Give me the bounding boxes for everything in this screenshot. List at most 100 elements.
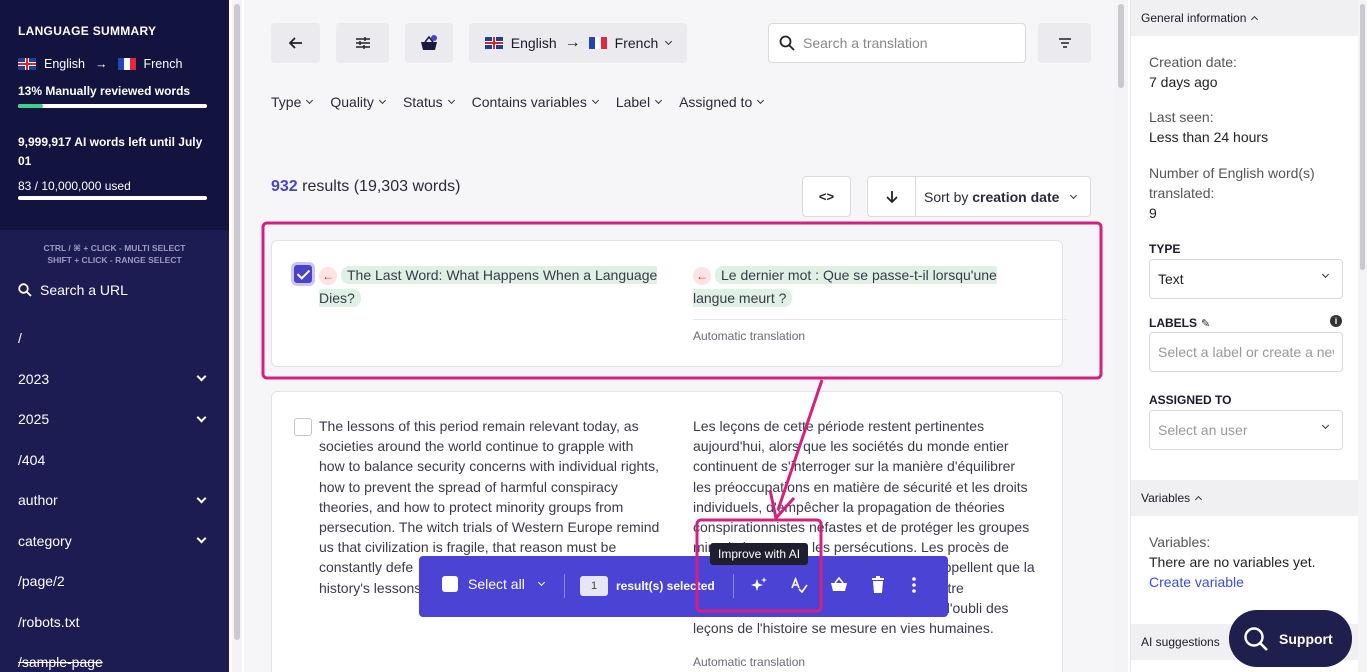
- text-line: how to prevent the spread of harmful con…: [319, 478, 618, 495]
- filter-0[interactable]: Type: [271, 94, 314, 110]
- sidebar-item-label: /404: [18, 451, 46, 468]
- text-line: us that civilization is fragile, that re…: [319, 539, 617, 556]
- summary-title: LANGUAGE SUMMARY: [18, 24, 157, 38]
- sidebar-item-0[interactable]: /: [0, 318, 229, 359]
- text-line: conspirationnistes néfastes et de protég…: [693, 519, 1030, 536]
- selected-count-badge: 1: [580, 576, 608, 596]
- panel-scrollbar[interactable]: [1358, 0, 1367, 672]
- row-checkbox[interactable]: [294, 265, 312, 283]
- more-options-button[interactable]: [911, 576, 917, 594]
- text-line: The lessons of this period remain releva…: [319, 418, 639, 434]
- type-select[interactable]: Text: [1149, 259, 1343, 299]
- results-words: results (19,303 words): [302, 178, 461, 195]
- sort-prefix: Sort by: [924, 188, 969, 205]
- chevron-down-icon: [591, 96, 599, 105]
- assignee-select[interactable]: Select an user: [1149, 410, 1343, 450]
- selected-label: result(s) selected: [616, 579, 715, 593]
- url-search[interactable]: Search a URL: [18, 282, 128, 298]
- sidebar-item-2[interactable]: 2025: [0, 399, 229, 440]
- sort-field: creation date: [972, 188, 1060, 205]
- hint-range-select: SHIFT + CLICK - RANGE SELECT: [47, 255, 182, 265]
- back-button[interactable]: [271, 23, 320, 63]
- main-scrollbar[interactable]: [1114, 0, 1128, 672]
- chevron-down-icon: [447, 96, 455, 105]
- word-count-value: 9: [1149, 205, 1157, 221]
- support-button[interactable]: Support: [1229, 610, 1352, 667]
- sidebar-item-6[interactable]: /page/2: [0, 561, 229, 602]
- sort-select[interactable]: Sort by creation date: [867, 176, 1091, 217]
- assignee-placeholder: Select an user: [1158, 422, 1248, 438]
- code-icon: <>: [818, 189, 835, 204]
- chevron-down-icon: [655, 96, 663, 105]
- sidebar-item-3[interactable]: /404: [0, 440, 229, 481]
- chevron-down-icon: [1321, 421, 1330, 430]
- last-seen-value: Less than 24 hours: [1149, 129, 1269, 145]
- text-line: leçons de l'histoire se mesure en vies h…: [693, 620, 994, 637]
- improve-with-ai-button[interactable]: [750, 576, 768, 594]
- sidebar-item-label: /: [18, 330, 22, 347]
- chevron-down-icon: [196, 533, 207, 544]
- support-label: Support: [1279, 630, 1333, 647]
- divider: [733, 574, 734, 598]
- improve-with-ai-tooltip: Improve with AI: [710, 543, 809, 565]
- divider: [564, 574, 565, 598]
- create-variable-link[interactable]: Create variable: [1149, 572, 1244, 592]
- sidebar-item-label: 2025: [18, 411, 50, 428]
- language-pair-select[interactable]: English → French: [469, 23, 687, 63]
- sort-direction-button[interactable]: [868, 177, 916, 216]
- trash-icon: [872, 576, 884, 593]
- basket-action-button[interactable]: [830, 576, 848, 594]
- delete-button[interactable]: [870, 576, 886, 594]
- sidebar-scrollbar[interactable]: [232, 0, 242, 672]
- filter-label: Assigned to: [679, 94, 753, 110]
- filter-button[interactable]: [1038, 23, 1091, 63]
- variables-section[interactable]: Variables: [1131, 480, 1359, 516]
- sidebar-item-4[interactable]: author: [0, 480, 229, 521]
- hint-multi-select: CTRL / ⌘ + CLICK - MULTI SELECT: [43, 243, 186, 253]
- sidebar-item-7[interactable]: /robots.txt: [0, 602, 229, 643]
- chevron-down-icon: [1069, 191, 1078, 199]
- labels-field[interactable]: [1158, 344, 1334, 360]
- sidebar-item-label: author: [18, 492, 58, 509]
- basket-button[interactable]: [405, 23, 453, 63]
- filter-5[interactable]: Assigned to: [679, 94, 765, 110]
- filter-2[interactable]: Status: [402, 94, 455, 110]
- filter-label: Type: [271, 94, 302, 110]
- settings-button[interactable]: [336, 23, 389, 63]
- code-view-button[interactable]: <>: [802, 176, 851, 217]
- text-line: les préoccupations en matière de sécurit…: [693, 478, 1028, 495]
- filter-4[interactable]: Label: [616, 94, 663, 110]
- translation-row[interactable]: The lessons of this period remain releva…: [271, 391, 1063, 672]
- filter-3[interactable]: Contains variables: [472, 94, 599, 110]
- labels-heading-text: LABELS: [1149, 316, 1197, 330]
- general-info-section[interactable]: General information: [1131, 0, 1359, 36]
- row-checkbox[interactable]: [294, 418, 312, 436]
- france-flag-icon: [588, 37, 607, 49]
- sidebar: LANGUAGE SUMMARY English → French 13% Ma…: [0, 0, 229, 672]
- results-summary: 932 results (19,303 words): [271, 178, 460, 196]
- source-segment[interactable]: ← The Last Word: What Happens When a Lang…: [319, 264, 669, 310]
- arrow-down-icon: [885, 190, 898, 203]
- chevron-up-icon: [1251, 15, 1259, 24]
- pencil-icon[interactable]: ✎: [1201, 317, 1210, 330]
- filter-1[interactable]: Quality: [330, 94, 386, 110]
- sidebar-item-5[interactable]: category: [0, 521, 229, 562]
- bulk-action-bar: Select all 1 result(s) selected: [419, 556, 948, 617]
- info-icon[interactable]: i: [1330, 315, 1342, 327]
- proofread-button[interactable]: [790, 576, 808, 594]
- ai-words-left: 9,999,917 AI words left until July 01: [18, 135, 203, 168]
- sidebar-item-8[interactable]: /sample-page: [0, 642, 229, 672]
- filter-label: Status: [402, 94, 443, 110]
- uk-flag-icon: [484, 37, 503, 49]
- uk-flag-icon: [18, 58, 36, 70]
- select-all[interactable]: Select all: [442, 576, 545, 592]
- target-segment[interactable]: ← Le dernier mot : Que se passe-t-il lors…: [693, 264, 1033, 310]
- select-all-checkbox[interactable]: [442, 576, 458, 592]
- translation-search[interactable]: [768, 23, 1026, 63]
- creation-date-label: Creation date:: [1149, 54, 1237, 70]
- search-input[interactable]: [803, 35, 1003, 51]
- sidebar-item-1[interactable]: 2023: [0, 359, 229, 400]
- labels-input[interactable]: [1149, 332, 1343, 372]
- translation-row[interactable]: ← The Last Word: What Happens When a Lang…: [271, 240, 1067, 367]
- chevron-down-icon: [537, 578, 545, 587]
